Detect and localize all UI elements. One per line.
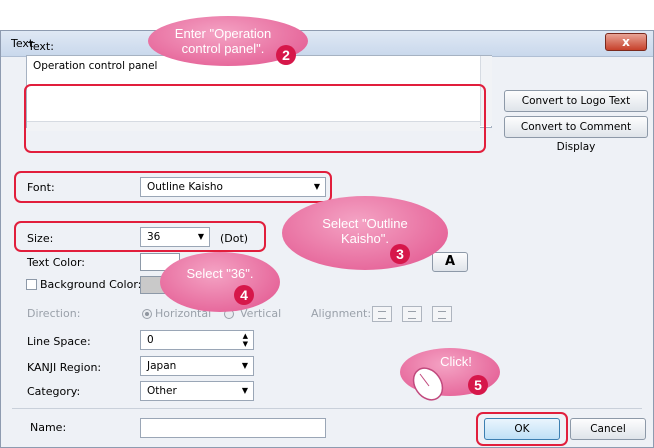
spinner-icon: ▲ ▼ <box>242 332 248 348</box>
footer-separator <box>12 408 642 409</box>
convert-to-logo-text-button[interactable]: Convert to Logo Text <box>504 90 648 112</box>
kanji-region-value: Japan <box>147 360 177 372</box>
text-label: Text: <box>28 40 54 53</box>
kanji-region-label: KANJI Region: <box>27 361 102 374</box>
mouse-icon <box>412 367 444 401</box>
highlight-text-area <box>24 84 486 153</box>
callout-step-3-text: Select "Outline Kaisho". <box>322 216 408 246</box>
align-left-button[interactable] <box>372 306 392 322</box>
callout-step-4: Select "36". <box>160 252 280 312</box>
category-label: Category: <box>27 385 81 398</box>
highlight-font <box>14 171 332 203</box>
align-center-button[interactable] <box>402 306 422 322</box>
bold-button[interactable]: A <box>432 252 468 272</box>
direction-horizontal-radio[interactable] <box>142 309 152 319</box>
highlight-size <box>14 221 266 252</box>
convert-to-comment-display-button[interactable]: Convert to Comment Display <box>504 116 648 153</box>
cancel-button[interactable]: Cancel <box>570 418 646 440</box>
direction-label: Direction: <box>27 307 81 320</box>
close-button[interactable]: x <box>605 33 647 51</box>
text-color-label: Text Color: <box>27 256 85 269</box>
close-icon: x <box>622 35 630 49</box>
line-space-value: 0 <box>147 334 154 346</box>
step-4-number: 4 <box>234 285 254 305</box>
line-space-stepper[interactable]: 0 ▲ ▼ <box>140 330 254 350</box>
dropdown-arrow-icon: ▼ <box>241 361 248 370</box>
background-color-label: Background Color: <box>40 278 142 291</box>
category-select[interactable]: Other ▼ <box>140 381 254 401</box>
bold-icon: A <box>444 254 456 269</box>
callout-step-2-text: Enter "Operation control panel". <box>174 26 272 56</box>
step-5-number: 5 <box>468 375 488 395</box>
text-input-value: Operation control panel <box>33 60 158 72</box>
callout-step-3: Select "Outline Kaisho". <box>282 196 448 270</box>
kanji-region-select[interactable]: Japan ▼ <box>140 356 254 376</box>
alignment-label: Alignment: <box>311 307 372 320</box>
name-input[interactable] <box>140 418 326 438</box>
title-bar: Text x <box>1 31 653 57</box>
category-value: Other <box>147 385 177 397</box>
callout-step-4-text: Select "36". <box>186 266 254 281</box>
highlight-ok <box>476 412 568 446</box>
step-3-number: 3 <box>390 244 410 264</box>
step-2-number: 2 <box>276 45 296 65</box>
dropdown-arrow-icon: ▼ <box>241 386 248 395</box>
align-right-button[interactable] <box>432 306 452 322</box>
background-color-checkbox[interactable] <box>26 279 37 290</box>
line-space-label: Line Space: <box>27 335 91 348</box>
name-label: Name: <box>30 421 67 434</box>
